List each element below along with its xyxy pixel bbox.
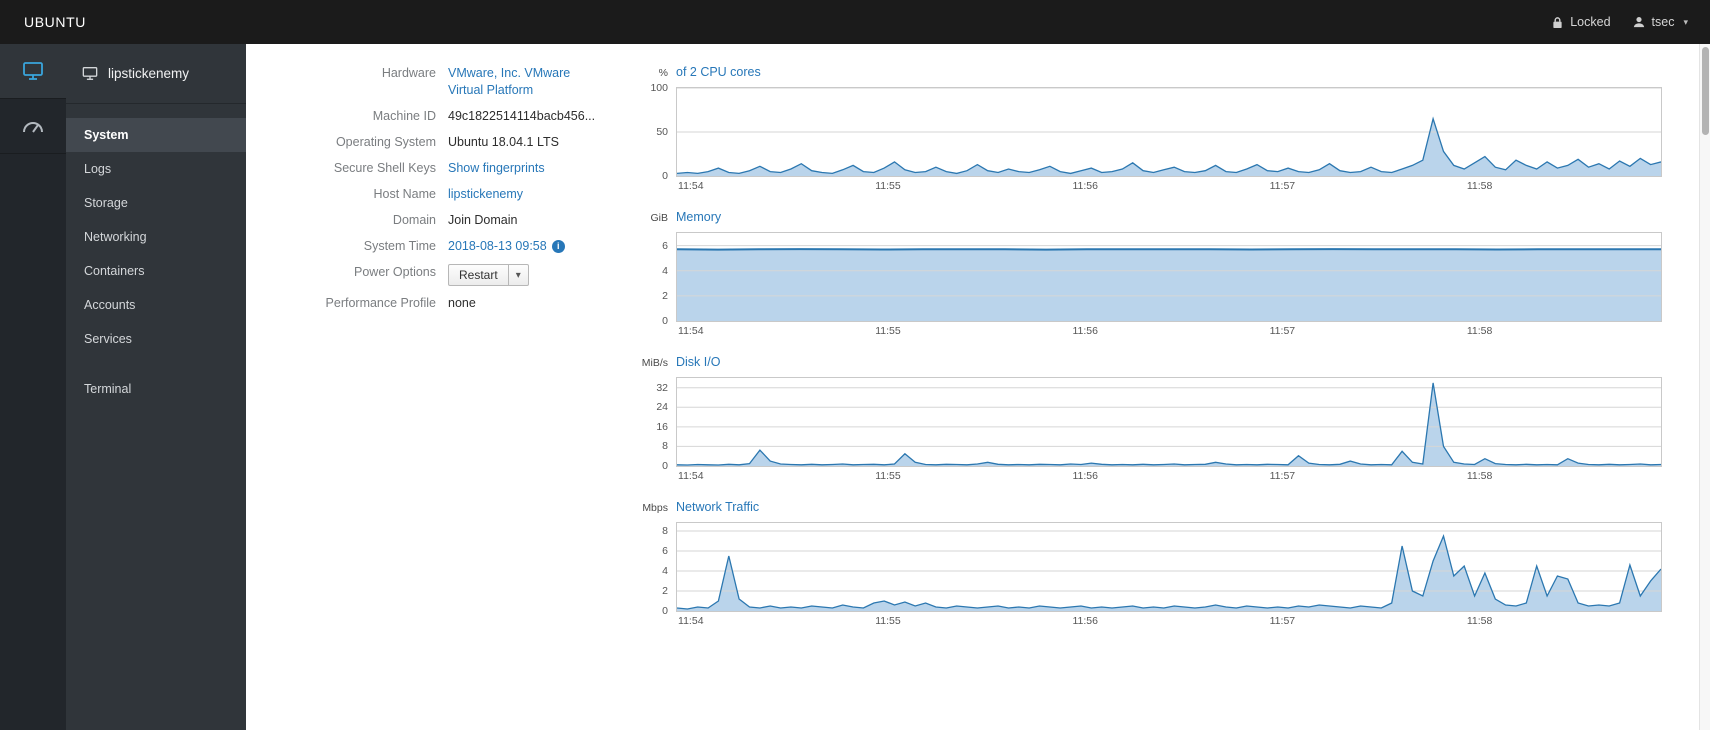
power-options-split-button: Restart ▾: [448, 264, 529, 286]
info-label: Operating System: [335, 135, 436, 149]
sidebar-nav: System Logs Storage Networking Container…: [66, 104, 246, 406]
user-menu[interactable]: tsec ▾: [1633, 15, 1688, 29]
network-traffic-chart: Mbps Network Traffic 02468 11:54 11:55 11:…: [634, 500, 1662, 631]
network-y-axis: 02468: [662, 525, 668, 617]
info-row-machine-id: Machine ID 49c1822514114bacb456...: [304, 108, 634, 125]
sidebar-item-services[interactable]: Services: [66, 322, 246, 356]
cpu-chart: % of 2 CPU cores 0 50 100 11:54 11:55 11:56 1…: [634, 65, 1662, 196]
lock-icon: [1552, 16, 1563, 29]
disk-io-y-axis: 0 8 16 24 32: [656, 381, 668, 472]
info-label: Secure Shell Keys: [333, 161, 436, 175]
info-label: Power Options: [354, 265, 436, 279]
sidebar: lipstickenemy System Logs Storage Networ…: [66, 44, 246, 730]
cpu-x-axis: 11:54 11:55 11:56 11:57 11:58: [678, 180, 1493, 192]
charts-panel: % of 2 CPU cores 0 50 100 11:54 11:55 11:56 1…: [634, 65, 1662, 730]
disk-io-x-axis: 11:54 11:55 11:56 11:57 11:58: [678, 470, 1493, 482]
restart-button[interactable]: Restart: [448, 264, 509, 286]
network-chart-title-link[interactable]: Network Traffic: [676, 500, 759, 514]
hardware-link[interactable]: VMware, Inc. VMware Virtual Platform: [448, 65, 586, 99]
sidebar-item-containers[interactable]: Containers: [66, 254, 246, 288]
show-fingerprints-link[interactable]: Show fingerprints: [448, 161, 545, 175]
memory-x-axis: 11:54 11:55 11:56 11:57 11:58: [678, 325, 1493, 337]
info-row-domain: Domain Join Domain: [304, 212, 634, 229]
user-name: tsec: [1651, 15, 1675, 29]
system-time-link[interactable]: 2018-08-13 09:58: [448, 239, 547, 253]
info-label: System Time: [363, 239, 436, 253]
cpu-chart-title-link[interactable]: of 2 CPU cores: [676, 65, 761, 79]
cpu-unit-label: %: [658, 67, 668, 79]
sidebar-item-logs[interactable]: Logs: [66, 152, 246, 186]
sidebar-host-header[interactable]: lipstickenemy: [66, 44, 246, 104]
chevron-down-icon: ▾: [1683, 16, 1688, 27]
info-row-ssh-keys: Secure Shell Keys Show fingerprints: [304, 160, 634, 177]
info-label: Hardware: [381, 66, 436, 80]
sidebar-separator: [66, 356, 246, 372]
server-icon: [22, 61, 44, 81]
info-label: Machine ID: [372, 109, 436, 123]
info-row-hardware: Hardware VMware, Inc. VMware Virtual Pla…: [304, 65, 634, 99]
scrollbar-thumb[interactable]: [1702, 47, 1709, 135]
performance-profile-value: none: [448, 296, 476, 310]
memory-chart: GiB Memory 0246 11:54 11:55 11:56 11:57 11:5…: [634, 210, 1662, 341]
network-plot-area: [676, 522, 1662, 612]
memory-chart-title-link[interactable]: Memory: [676, 210, 721, 224]
info-label: Domain: [392, 213, 436, 227]
system-page: Hardware VMware, Inc. VMware Virtual Pla…: [246, 44, 1710, 730]
sidebar-item-networking[interactable]: Networking: [66, 220, 246, 254]
restart-dropdown-toggle[interactable]: ▾: [508, 264, 529, 286]
disk-io-chart: MiB/s Disk I/O 0 8 16 24 32 11:54 11:55 11:56 1…: [634, 355, 1662, 486]
domain-value[interactable]: Join Domain: [448, 212, 517, 229]
machine-tile-selected[interactable]: [0, 44, 66, 99]
disk-io-chart-title-link[interactable]: Disk I/O: [676, 355, 720, 369]
info-row-system-time: System Time 2018-08-13 09:58 i: [304, 238, 634, 255]
info-label: Host Name: [373, 187, 436, 201]
user-icon: [1633, 16, 1645, 28]
machine-id-value: 49c1822514114bacb456...: [448, 109, 596, 123]
brand-title: UBUNTU: [24, 14, 86, 30]
info-circle-icon[interactable]: i: [551, 240, 565, 254]
disk-io-plot-area: [676, 377, 1662, 467]
disk-io-unit-label: MiB/s: [641, 357, 668, 369]
os-value: Ubuntu 18.04.1 LTS: [448, 135, 559, 149]
info-row-host-name: Host Name lipstickenemy: [304, 186, 634, 203]
info-row-operating-system: Operating System Ubuntu 18.04.1 LTS: [304, 134, 634, 151]
locked-label: Locked: [1570, 15, 1611, 29]
vertical-scrollbar: [1699, 44, 1710, 730]
info-label: Performance Profile: [325, 296, 436, 310]
memory-plot-area: [676, 232, 1662, 322]
sidebar-item-accounts[interactable]: Accounts: [66, 288, 246, 322]
machines-strip: [0, 44, 66, 730]
sidebar-item-system[interactable]: System: [66, 118, 246, 152]
memory-y-axis: 0246: [662, 239, 668, 327]
sidebar-hostname: lipstickenemy: [108, 66, 190, 81]
sidebar-item-storage[interactable]: Storage: [66, 186, 246, 220]
info-row-performance-profile: Performance Profile none: [304, 295, 634, 312]
memory-unit-label: GiB: [650, 212, 668, 224]
cpu-plot-area: [676, 87, 1662, 177]
info-row-power-options: Power Options Restart ▾: [304, 264, 634, 286]
cpu-y-axis: 0 50 100: [650, 82, 668, 182]
host-name-link[interactable]: lipstickenemy: [448, 187, 523, 201]
masthead: UBUNTU Locked tsec ▾: [0, 0, 1710, 44]
network-unit-label: Mbps: [642, 502, 668, 514]
dashboard-gauge-icon: [22, 118, 44, 134]
sidebar-item-terminal[interactable]: Terminal: [66, 372, 246, 406]
host-monitor-icon: [82, 66, 98, 81]
network-x-axis: 11:54 11:55 11:56 11:57 11:58: [678, 615, 1493, 627]
system-info-panel: Hardware VMware, Inc. VMware Virtual Pla…: [304, 65, 634, 730]
locked-indicator[interactable]: Locked: [1552, 15, 1611, 29]
dashboard-tile[interactable]: [0, 99, 66, 154]
